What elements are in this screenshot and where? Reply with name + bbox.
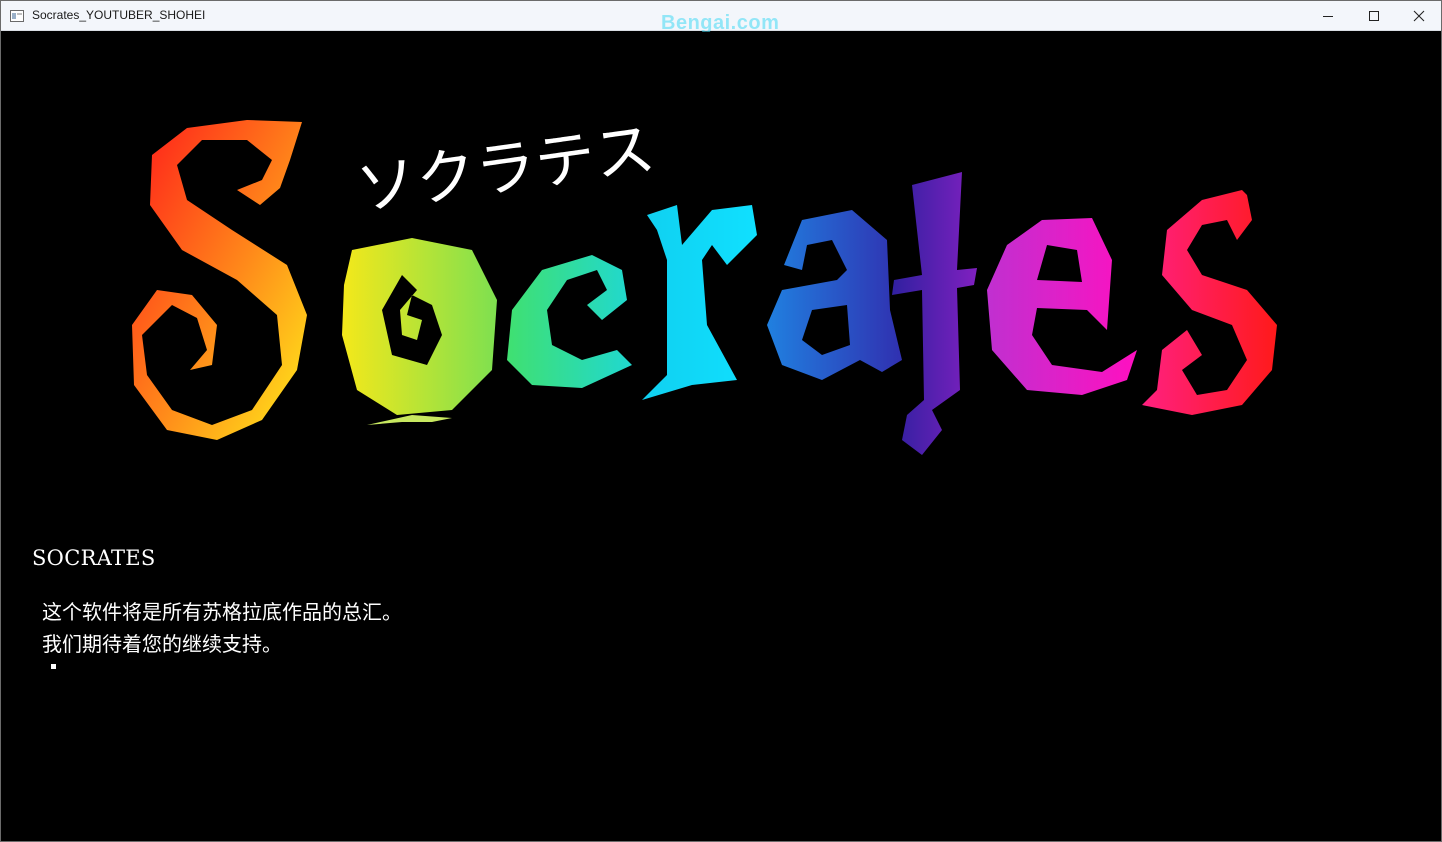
- dialog-title: SOCRATES: [32, 546, 156, 570]
- logo-letter-o: [342, 238, 497, 415]
- window-title: Socrates_YOUTUBER_SHOHEI: [32, 8, 206, 22]
- logo-letter-a: [767, 210, 902, 380]
- logo-letter-r: [642, 205, 757, 400]
- game-screen[interactable]: ソクラテス SOCRATES 这个软件将是所有苏格拉底作品的总汇。 我们期待着您…: [2, 32, 1441, 841]
- maximize-button[interactable]: [1351, 1, 1397, 31]
- logo-letter-t: [892, 172, 977, 455]
- close-icon: [1413, 10, 1425, 22]
- logo-letter-s: [132, 120, 307, 440]
- minimize-button[interactable]: [1305, 1, 1351, 31]
- dialog-line: 这个软件将是所有苏格拉底作品的总汇。: [42, 600, 402, 624]
- minimize-icon: [1323, 16, 1333, 17]
- game-window: Socrates_YOUTUBER_SHOHEI Bengai.com ソクラテ…: [0, 0, 1442, 842]
- continue-cursor: [51, 664, 56, 669]
- app-icon: [10, 10, 24, 22]
- logo-katakana: ソクラテス: [352, 114, 659, 225]
- maximize-icon: [1369, 11, 1379, 21]
- socrates-logo: ソクラテス: [132, 114, 1277, 455]
- logo-letter-e: [987, 218, 1137, 395]
- title-bar[interactable]: Socrates_YOUTUBER_SHOHEI Bengai.com: [1, 1, 1442, 34]
- dialog-line: 我们期待着您的继续支持。: [42, 632, 282, 656]
- logo-letter-s2: [1142, 190, 1277, 415]
- logo-letter-c: [507, 255, 632, 388]
- dialog-message[interactable]: 这个软件将是所有苏格拉底作品的总汇。 我们期待着您的继续支持。: [42, 596, 402, 660]
- logo-underline-accent: [367, 415, 452, 425]
- close-button[interactable]: [1396, 1, 1442, 31]
